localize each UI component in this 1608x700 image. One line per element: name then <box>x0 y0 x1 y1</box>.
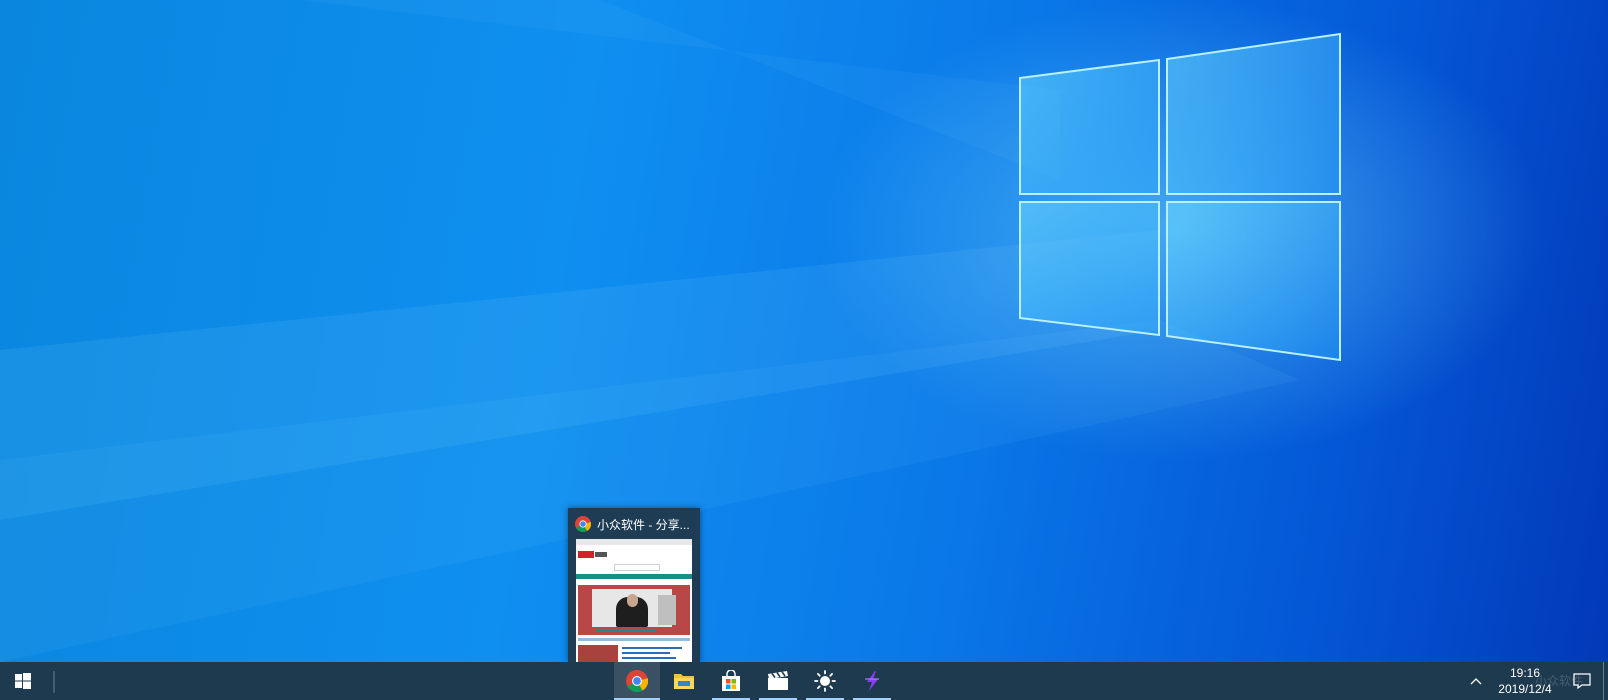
taskbar-app-file-explorer[interactable] <box>661 662 707 700</box>
taskbar-divider <box>53 671 55 693</box>
preview-thumbnail <box>576 539 692 662</box>
store-icon <box>722 670 740 691</box>
chevron-up-icon <box>1470 678 1482 685</box>
desktop-wallpaper[interactable] <box>0 0 1608 662</box>
taskbar-app-purple[interactable] <box>849 662 895 700</box>
show-desktop-button[interactable] <box>1603 662 1604 700</box>
start-button[interactable] <box>0 662 46 700</box>
preview-title: 小众软件 - 分享... <box>597 517 690 532</box>
sun-icon <box>814 670 836 692</box>
taskbar-app-video-editor[interactable] <box>755 662 801 700</box>
watermark-text: 小众软件 <box>1535 674 1584 688</box>
chrome-icon <box>626 670 648 692</box>
taskbar-app-chrome[interactable] <box>614 662 660 700</box>
taskbar: 19:16 2019/12/4 <box>0 662 1608 700</box>
taskbar-app-microsoft-store[interactable] <box>708 662 754 700</box>
taskbar-app-brightness[interactable] <box>802 662 848 700</box>
wallpaper-light-rays <box>0 0 1300 662</box>
clapperboard-icon <box>768 671 788 690</box>
windows-start-icon <box>15 673 31 689</box>
chrome-icon <box>575 516 591 532</box>
preview-header: 小众软件 - 分享... <box>575 515 697 533</box>
purple-lightning-icon <box>865 671 879 691</box>
show-hidden-icons-button[interactable] <box>1464 662 1488 700</box>
folder-icon <box>674 674 694 689</box>
windows-logo-wallpaper <box>1019 32 1341 362</box>
chrome-window-preview[interactable]: 小众软件 - 分享... <box>568 508 700 662</box>
